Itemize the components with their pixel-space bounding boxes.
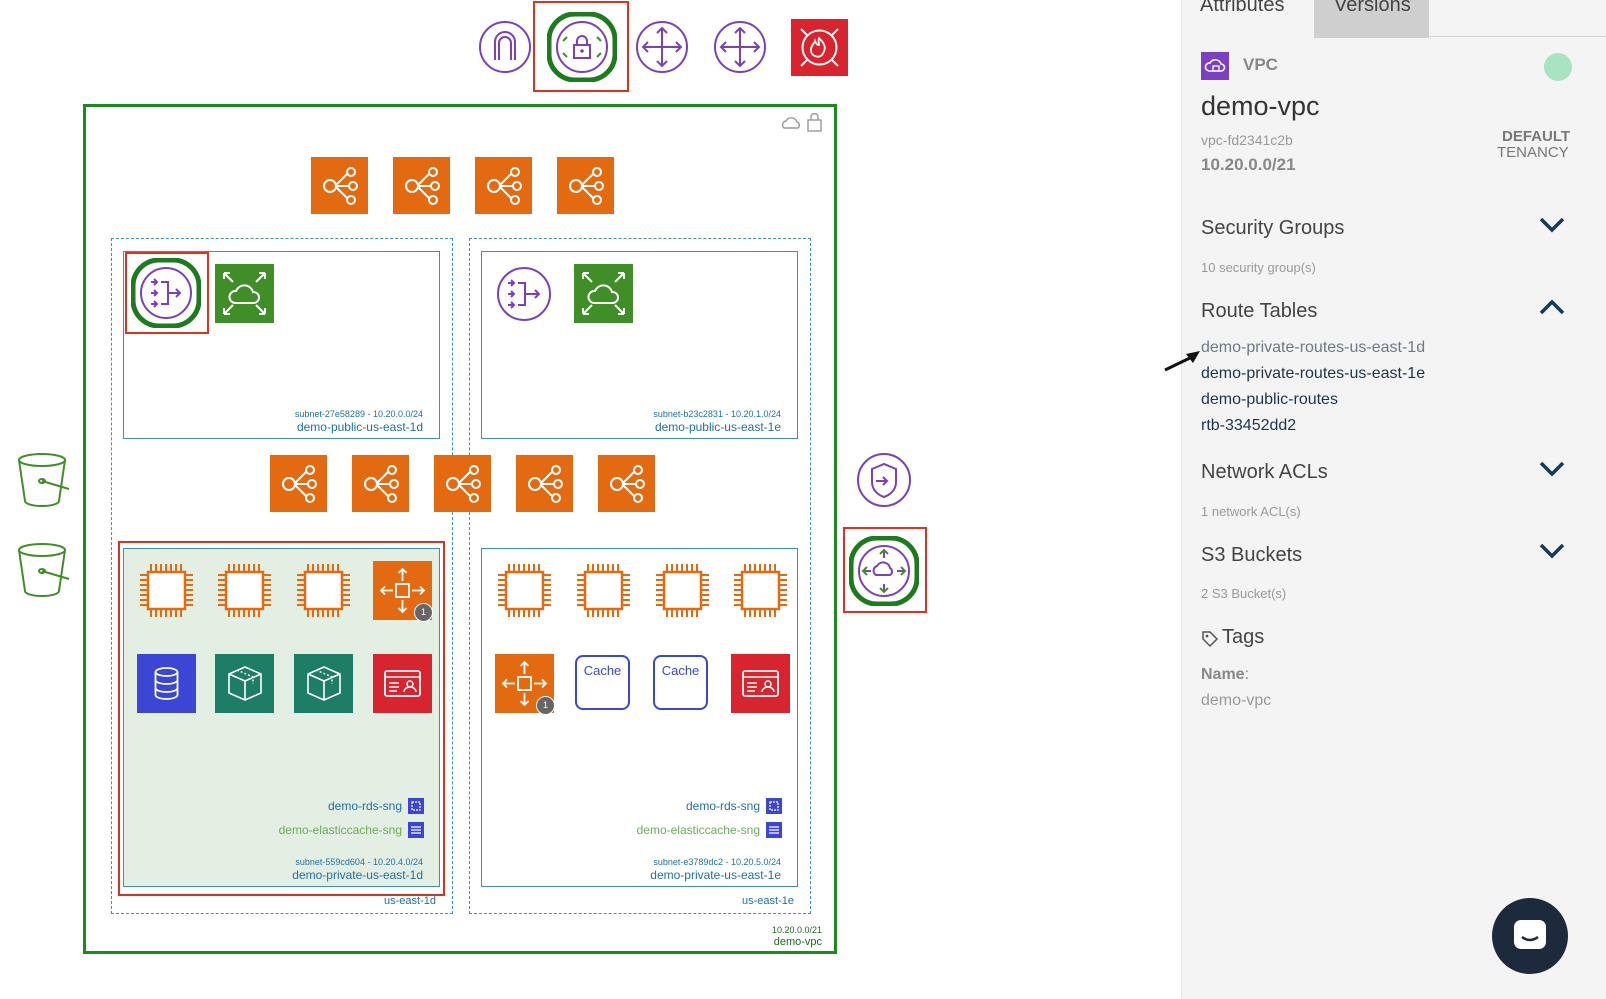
resource-title: demo-vpc (1201, 91, 1320, 121)
tag-key: Name: (1201, 666, 1249, 684)
ec2-instance-icon[interactable] (495, 561, 554, 620)
cache-label: Cache (661, 663, 700, 678)
internet-gateway-icon[interactable] (478, 20, 532, 74)
route-table-link[interactable]: demo-private-routes-us-east-1d (1201, 339, 1425, 357)
cache-label: Cache (583, 663, 622, 678)
nat-gateway-icon[interactable] (131, 258, 201, 328)
diagram-canvas: 10.20.0.0/21 demo-vpc us-east-1d us-east… (0, 0, 1210, 999)
endpoint-icon[interactable] (856, 452, 912, 508)
tenancy-label: TENANCY (1497, 144, 1569, 161)
ec2-instance-icon[interactable] (215, 561, 274, 620)
move-arrows-icon[interactable] (713, 20, 767, 74)
load-balancer-icon[interactable] (393, 157, 450, 214)
az-label-right: us-east-1e (742, 895, 794, 907)
ec2-instance-icon[interactable] (731, 561, 790, 620)
elasticache-subnet-group-icon (408, 822, 424, 838)
cloud-lock-icon (781, 113, 822, 132)
vpc-id: vpc-fd2341c2b (1201, 132, 1293, 148)
chat-icon (1514, 920, 1546, 949)
section-tags: Tags (1222, 626, 1265, 648)
subnet-id-label: subnet-27e58289 - 10.20.0.0/24 (294, 409, 423, 419)
vpc-icon (1201, 52, 1229, 80)
load-balancer-icon[interactable] (598, 455, 655, 512)
vpn-gateway-icon[interactable] (547, 12, 617, 82)
move-arrows-icon[interactable] (635, 20, 689, 74)
cache-node[interactable]: Cache (653, 655, 708, 710)
ec2-instance-icon[interactable] (574, 561, 633, 620)
section-s3-buckets[interactable]: S3 Buckets (1201, 544, 1302, 567)
s3-bucket-icon[interactable] (17, 451, 71, 509)
s3-bucket-icon[interactable] (17, 541, 71, 599)
rds-database-icon[interactable] (137, 654, 196, 713)
rds-subnet-group-label: demo-rds-sng (685, 799, 760, 813)
tenancy-label: DEFAULT (1502, 128, 1571, 145)
ec2-instance-icon[interactable] (653, 561, 712, 620)
elasticache-subnet-group-label: demo-elasticcache-sng (636, 823, 760, 837)
tag-key-name: Name (1201, 666, 1245, 683)
chevron-down-icon[interactable] (1539, 542, 1565, 560)
vpc-name-label: demo-vpc (773, 936, 822, 948)
tab-divider (1429, 36, 1606, 37)
elasticache-subnet-group-label: demo-elasticcache-sng (278, 823, 402, 837)
elasticache-node-icon[interactable] (294, 654, 353, 713)
ec2-instance-icon[interactable] (294, 561, 353, 620)
load-balancer-icon[interactable] (311, 157, 368, 214)
subnet-name-label: demo-public-us-east-1d (296, 420, 423, 434)
load-balancer-icon[interactable] (270, 455, 327, 512)
elasticache-node-icon[interactable] (215, 654, 274, 713)
ec2-instance-icon[interactable] (137, 561, 196, 620)
section-network-acls[interactable]: Network ACLs (1201, 461, 1328, 484)
load-balancer-icon[interactable] (434, 455, 491, 512)
vpc-cidr-label: 10.20.0.0/21 (771, 925, 822, 935)
nat-gateway-icon[interactable] (496, 266, 552, 322)
route-table-link[interactable]: demo-private-routes-us-east-1e (1201, 365, 1425, 383)
route-table-link[interactable]: demo-public-routes (1201, 391, 1338, 409)
rds-subnet-group-icon (766, 798, 782, 814)
status-indicator (1544, 53, 1572, 81)
chevron-down-icon[interactable] (1539, 460, 1565, 478)
resource-type-label: VPC (1243, 55, 1278, 74)
load-balancer-icon[interactable] (516, 455, 573, 512)
tab-versions[interactable]: Versions (1314, 0, 1429, 38)
security-groups-summary: 10 security group(s) (1201, 260, 1316, 275)
mouse-cursor-icon (1164, 351, 1200, 372)
subnet-id-label: subnet-559cd604 - 10.20.4.0/24 (295, 857, 423, 867)
section-route-tables[interactable]: Route Tables (1201, 300, 1317, 323)
subnet-name-label: demo-private-us-east-1e (650, 868, 781, 882)
s3-buckets-summary: 2 S3 Bucket(s) (1201, 586, 1287, 601)
tag-value: demo-vpc (1201, 692, 1272, 709)
firewall-icon[interactable] (791, 19, 848, 76)
cache-node[interactable]: Cache (575, 655, 630, 710)
transit-gateway-icon[interactable] (849, 536, 919, 606)
cloud-expand-icon[interactable] (574, 264, 633, 323)
identity-card-icon[interactable] (731, 654, 790, 713)
tag-icon (1202, 631, 1219, 648)
identity-card-icon[interactable] (373, 654, 432, 713)
subnet-id-label: subnet-e3789dc2 - 10.20.5.0/24 (653, 857, 781, 867)
network-acls-summary: 1 network ACL(s) (1201, 504, 1301, 519)
chevron-down-icon[interactable] (1539, 216, 1565, 234)
tab-versions-label: Versions (1334, 0, 1411, 16)
tab-attributes[interactable]: Attributes (1200, 0, 1284, 17)
tag-key-colon: : (1244, 666, 1250, 683)
vpc-cidr: 10.20.0.0/21 (1201, 155, 1296, 174)
chevron-up-icon[interactable] (1539, 298, 1565, 316)
section-security-groups[interactable]: Security Groups (1201, 217, 1344, 240)
elasticache-subnet-group-icon (766, 822, 782, 838)
subnet-name-label: demo-private-us-east-1d (292, 868, 423, 882)
az-label-left: us-east-1d (384, 895, 436, 907)
cloud-expand-icon[interactable] (215, 264, 274, 323)
rds-subnet-group-label: demo-rds-sng (327, 799, 402, 813)
chat-launcher-button[interactable] (1492, 898, 1568, 974)
count-badge: 1 (536, 696, 555, 715)
count-badge: 1 (414, 603, 433, 622)
load-balancer-icon[interactable] (352, 455, 409, 512)
route-table-link[interactable]: rtb-33452dd2 (1201, 417, 1296, 435)
details-panel: Attributes Versions VPC demo-vpc vpc-fd2… (1181, 0, 1606, 999)
subnet-name-label: demo-public-us-east-1e (654, 420, 781, 434)
load-balancer-icon[interactable] (475, 157, 532, 214)
load-balancer-icon[interactable] (557, 157, 614, 214)
rds-subnet-group-icon (408, 798, 424, 814)
subnet-id-label: subnet-b23c2831 - 10.20.1.0/24 (653, 409, 781, 419)
